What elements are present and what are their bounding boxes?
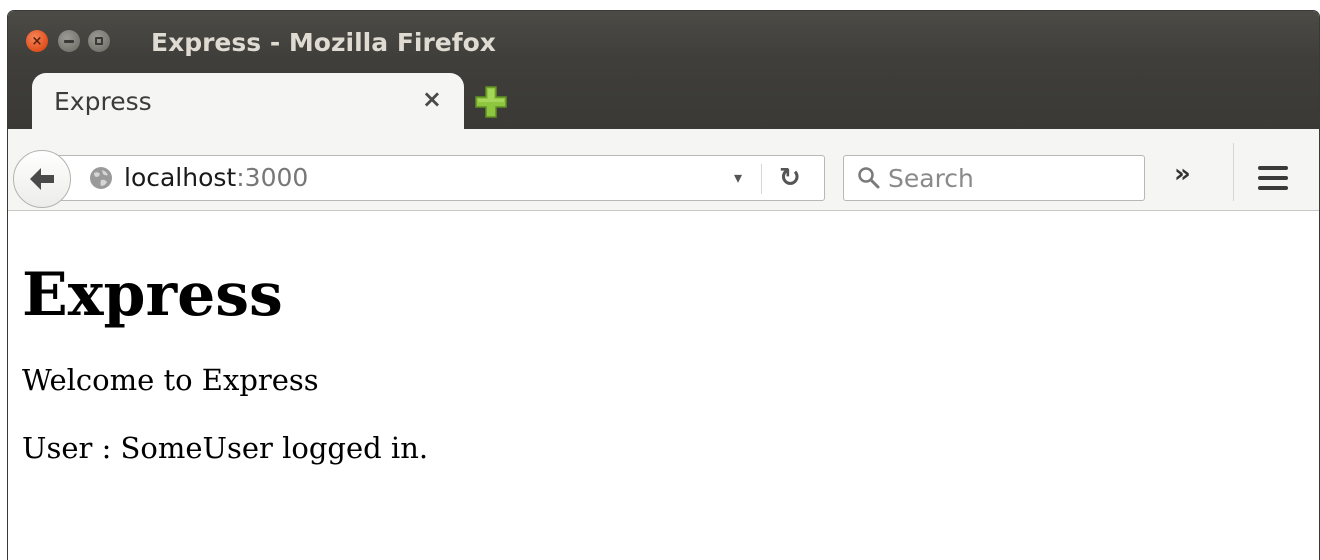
page-content: Express Welcome to Express User : SomeUs…: [8, 211, 1319, 560]
tab-express[interactable]: Express ×: [32, 73, 464, 135]
url-bar[interactable]: localhost:3000 ▾ ↻: [48, 155, 825, 201]
new-tab-button[interactable]: [474, 85, 508, 119]
url-divider: [761, 164, 762, 194]
user-status-text: User : SomeUser logged in.: [22, 431, 429, 465]
tab-close-icon[interactable]: ×: [422, 85, 442, 113]
window-minimize-button[interactable]: [58, 30, 80, 52]
window-close-button[interactable]: ×: [26, 30, 48, 52]
close-icon: ×: [31, 33, 43, 49]
window-title: Express - Mozilla Firefox: [151, 28, 496, 57]
page-heading: Express: [22, 260, 283, 330]
back-button[interactable]: [13, 150, 71, 208]
url-port: :3000: [236, 163, 309, 192]
hamburger-menu-icon[interactable]: [1258, 166, 1288, 190]
globe-icon: [90, 167, 112, 189]
overflow-chevron-icon[interactable]: »: [1174, 159, 1191, 189]
url-history-dropdown-icon[interactable]: ▾: [734, 168, 742, 187]
navigation-toolbar: localhost:3000 ▾ ↻ »: [8, 129, 1319, 211]
search-icon: [858, 167, 880, 189]
back-arrow-icon: [30, 168, 54, 190]
search-bar[interactable]: [843, 155, 1145, 201]
url-host: localhost: [124, 163, 237, 192]
toolbar-divider: [1233, 143, 1234, 201]
window-maximize-button[interactable]: [88, 30, 110, 52]
new-tab-plus-icon: [475, 86, 507, 118]
maximize-icon: [95, 37, 103, 45]
url-text[interactable]: localhost:3000: [124, 163, 308, 192]
tab-label: Express: [54, 87, 152, 116]
search-input[interactable]: [888, 160, 1138, 196]
browser-window: × Express - Mozilla Firefox Express × lo…: [7, 10, 1320, 560]
welcome-text: Welcome to Express: [22, 363, 319, 397]
title-bar: × Express - Mozilla Firefox Express ×: [8, 11, 1319, 135]
reload-icon[interactable]: ↻: [779, 163, 801, 193]
minimize-icon: [64, 39, 74, 43]
